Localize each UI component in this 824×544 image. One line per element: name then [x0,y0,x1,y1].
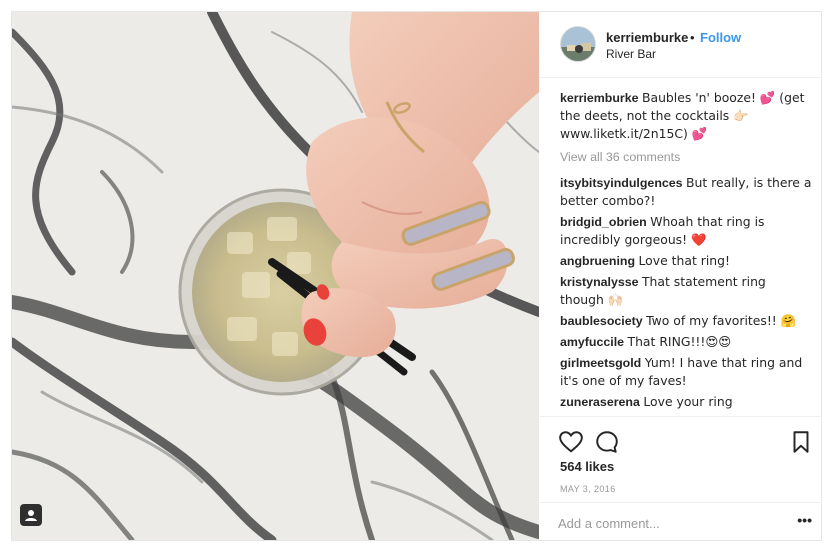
marble-cocktail-hand-image [12,12,539,540]
comment-item: bridgid_obrien Whoah that ring is incred… [560,213,812,249]
separator-dot: • [690,30,695,45]
post-photo[interactable] [12,12,539,540]
follow-button[interactable]: Follow [700,30,741,45]
comment-text: Love that ring! [638,253,730,268]
post-date[interactable]: MAY 3, 2016 [560,484,616,494]
add-comment-bar: ••• [540,502,822,541]
comment-username[interactable]: kristynalysse [560,275,639,289]
comment-username[interactable]: amyfuccile [560,335,624,349]
comment-item: baublesociety Two of my favorites!! 🤗 [560,312,812,330]
post-username[interactable]: kerriemburke [606,30,688,45]
comment-item: itsybitsyindulgences But really, is ther… [560,174,812,210]
view-all-comments-link[interactable]: View all 36 comments [560,149,812,166]
comment-item: zuneraserena Love your ring [560,393,812,411]
comment-username[interactable]: girlmeetsgold [560,356,641,370]
comment-text: That RING!!!😍😍 [627,334,732,349]
heart-icon[interactable] [558,429,584,455]
comments-list: kerriemburke Baubles 'n' booze! 💕 (get t… [560,89,812,412]
comment-username[interactable]: baublesociety [560,314,643,328]
post-actions: 564 likes MAY 3, 2016 ••• [540,416,822,540]
comment-username[interactable]: angbruening [560,254,635,268]
likes-count[interactable]: 564 likes [560,459,614,474]
comment-item: kristynalysse That statement ring though… [560,273,812,309]
comment-username[interactable]: zuneraserena [560,395,640,409]
post-header: kerriemburke • Follow River Bar [540,12,822,78]
comment-text: Love your ring [643,394,733,409]
comment-username[interactable]: itsybitsyindulgences [560,176,683,190]
comment-username[interactable]: bridgid_obrien [560,215,647,229]
comment-item: angbruening Love that ring! [560,252,812,270]
bookmark-icon[interactable] [788,429,814,455]
avatar[interactable] [560,26,596,62]
user-tag-icon[interactable] [20,504,42,526]
caption: kerriemburke Baubles 'n' booze! 💕 (get t… [560,89,812,143]
comment-item: girlmeetsgold Yum! I have that ring and … [560,354,812,390]
comment-text: Two of my favorites!! 🤗 [646,313,797,328]
add-comment-input[interactable] [558,513,778,533]
comment-item: amyfuccile That RING!!!😍😍 [560,333,812,351]
more-options-icon[interactable]: ••• [797,512,812,528]
comment-bubble-icon[interactable] [594,429,620,455]
location-link[interactable]: River Bar [606,47,656,61]
post-side-panel: kerriemburke • Follow River Bar kerriemb… [540,12,822,540]
caption-username[interactable]: kerriemburke [560,91,639,105]
instagram-post: kerriemburke • Follow River Bar kerriemb… [11,11,822,541]
